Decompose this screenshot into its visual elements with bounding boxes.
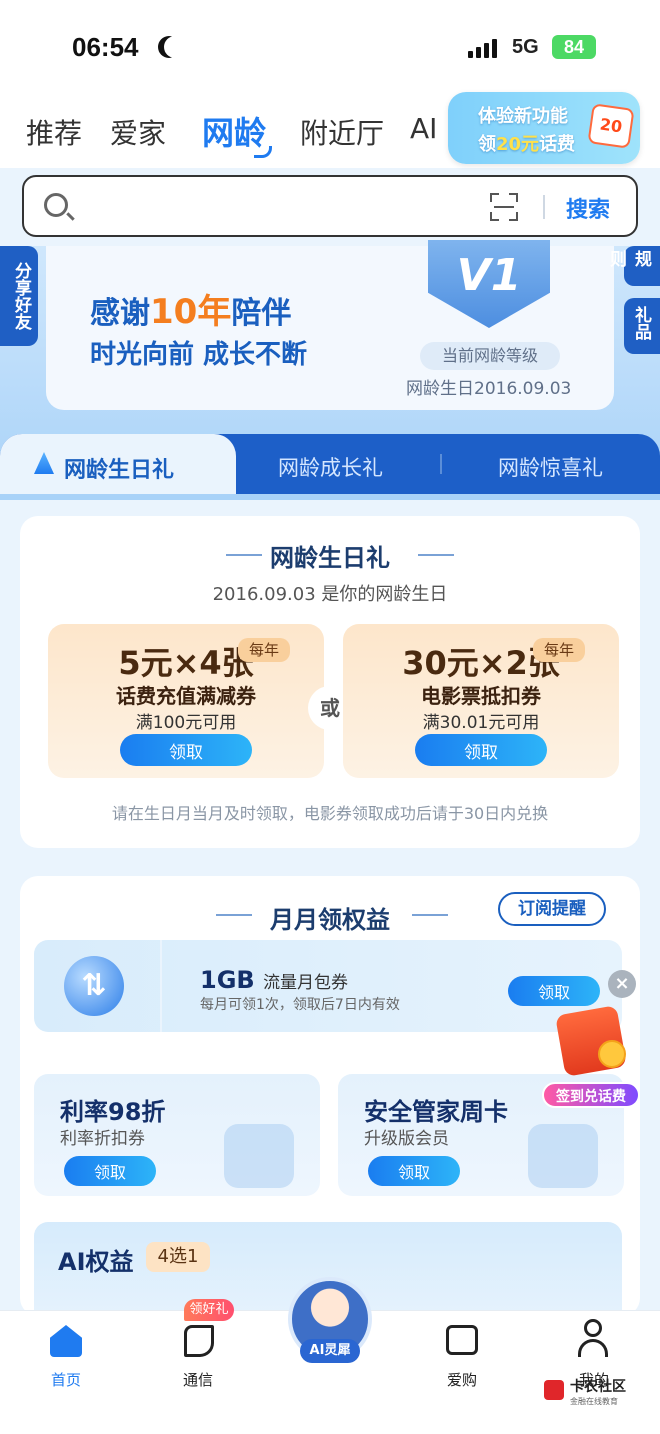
coupon-card: 30元×2张 每年 电影票抵扣券 满30.01元可用 领取 xyxy=(343,624,619,778)
title-dash-right xyxy=(412,914,448,916)
search-icon xyxy=(44,193,68,217)
card-subtitle: 升级版会员 xyxy=(364,1129,449,1149)
coupon-condition: 满100元可用 xyxy=(135,713,237,733)
nav-shop[interactable]: 爱购 xyxy=(422,1369,502,1390)
coin-icon xyxy=(598,1040,626,1068)
nav-home[interactable]: 首页 xyxy=(26,1369,106,1390)
coupon-card: 5元×4张 每年 话费充值满减券 满100元可用 领取 xyxy=(48,624,324,778)
panel-title: 网龄生日礼 xyxy=(270,544,390,572)
hero-headline: 感谢10年陪伴 xyxy=(90,292,292,332)
search-input[interactable] xyxy=(84,189,484,225)
tab-birthday-gift[interactable]: 网龄生日礼 xyxy=(0,434,236,494)
card-title: 利率98折 xyxy=(60,1098,166,1126)
coupon-tag: 每年 xyxy=(238,638,290,662)
sign-in-label: 签到兑话费 xyxy=(542,1082,640,1108)
coupon-icon: 20 xyxy=(587,103,635,149)
card-title: 安全管家周卡 xyxy=(364,1098,508,1126)
level-label: 当前网龄等级 xyxy=(420,342,560,370)
moon-icon xyxy=(164,36,186,58)
title-dash-right xyxy=(418,554,454,556)
data-package-title: 1GB 流量月包券 xyxy=(200,966,349,994)
card-divider xyxy=(160,940,162,1032)
phone-icon[interactable] xyxy=(184,1325,214,1357)
close-icon[interactable]: × xyxy=(608,970,636,998)
promo-title: 体验新功能 xyxy=(478,106,568,127)
tab-recommend[interactable]: 推荐 xyxy=(26,112,82,152)
tab-divider xyxy=(440,454,442,474)
search-divider xyxy=(543,195,545,219)
search-bar: 搜索 xyxy=(22,175,638,237)
data-package-note: 每月可领1次，领取后7日内有效 xyxy=(200,997,400,1013)
ai-assistant-label[interactable]: AI灵犀 xyxy=(300,1339,360,1363)
choose-badge: 4选1 xyxy=(146,1242,210,1272)
level-badge-icon: V1 xyxy=(428,240,550,328)
claim-button[interactable]: 领取 xyxy=(120,734,252,766)
coupon-condition: 满30.01元可用 xyxy=(422,713,540,733)
network-type: 5G xyxy=(512,36,539,58)
rules-button[interactable]: 规则 xyxy=(606,246,660,286)
home-icon[interactable] xyxy=(50,1325,82,1357)
tab-nearby-hall[interactable]: 附近厅 xyxy=(300,112,384,152)
new-feature-promo[interactable]: 体验新功能 领20元话费 20 xyxy=(448,92,640,164)
ai-benefits-title: AI权益 xyxy=(58,1248,134,1276)
nav-communication[interactable]: 通信 xyxy=(158,1369,238,1390)
card-subtitle: 利率折扣券 xyxy=(60,1129,145,1149)
birthday-gift-panel: 网龄生日礼 2016.09.03 是你的网龄生日 5元×4张 每年 话费充值满减… xyxy=(20,516,640,848)
gift-tabs: 网龄生日礼 网龄成长礼 网龄惊喜礼 xyxy=(0,434,660,494)
sign-in-float[interactable]: 签到兑话费 xyxy=(538,1005,642,1108)
party-icon xyxy=(34,452,54,474)
status-bar: 06:54 5G 84 xyxy=(0,0,660,96)
status-time: 06:54 xyxy=(72,32,139,62)
gifts-button[interactable]: 礼品 xyxy=(624,298,660,354)
data-package-card: ⇅ 1GB 流量月包券 每月可领1次，领取后7日内有效 领取 xyxy=(34,940,622,1032)
coupon-name: 电影票抵扣券 xyxy=(421,684,541,708)
share-friends-button[interactable]: 分享好友 xyxy=(0,246,38,346)
network-birthday: 网龄生日2016.09.03 xyxy=(406,379,572,399)
rate-discount-card: 利率98折 利率折扣券 领取 xyxy=(34,1074,320,1196)
bottom-nav: 首页 领好礼 通信 AI灵犀 爱购 我的 xyxy=(0,1277,660,1434)
panel-note: 请在生日月当月及时领取，电影券领取成功后请于30日内兑换 xyxy=(111,804,549,823)
panel-subtitle: 2016.09.03 是你的网龄生日 xyxy=(212,584,448,605)
hero-card: 感谢10年陪伴 时光向前 成长不断 V1 当前网龄等级 网龄生日2016.09.… xyxy=(46,240,614,410)
search-button[interactable]: 搜索 xyxy=(566,192,610,224)
promo-subtitle: 领20元话费 xyxy=(478,134,576,155)
claim-button[interactable]: 领取 xyxy=(508,976,600,1006)
coins-icon xyxy=(224,1124,294,1188)
hero-slogan: 时光向前 成长不断 xyxy=(90,340,308,370)
data-transfer-icon: ⇅ xyxy=(64,956,124,1016)
tab-home-family[interactable]: 爱家 xyxy=(110,112,166,152)
coupon-tag: 每年 xyxy=(533,638,585,662)
tab-growth-gift[interactable]: 网龄成长礼 xyxy=(278,452,383,482)
watermark-logo-icon xyxy=(544,1380,564,1400)
scan-icon[interactable] xyxy=(490,193,518,221)
active-tab-indicator xyxy=(254,146,272,158)
claim-button[interactable]: 领取 xyxy=(368,1156,460,1186)
shield-icon xyxy=(528,1124,598,1188)
gift-tag: 领好礼 xyxy=(184,1299,234,1321)
coupon-name: 话费充值满减券 xyxy=(116,684,256,708)
watermark: 卡农社区 金融在线教育 xyxy=(570,1379,626,1406)
signal-icon xyxy=(468,38,497,58)
tab-surprise-gift[interactable]: 网龄惊喜礼 xyxy=(498,452,603,482)
battery-icon: 84 xyxy=(552,35,596,59)
shop-icon[interactable] xyxy=(446,1325,478,1355)
subscribe-reminder-button[interactable]: 订阅提醒 xyxy=(498,892,606,926)
tab-ai[interactable]: AI xyxy=(410,112,437,145)
user-icon[interactable] xyxy=(578,1319,608,1357)
claim-button[interactable]: 领取 xyxy=(64,1156,156,1186)
claim-button[interactable]: 领取 xyxy=(415,734,547,766)
